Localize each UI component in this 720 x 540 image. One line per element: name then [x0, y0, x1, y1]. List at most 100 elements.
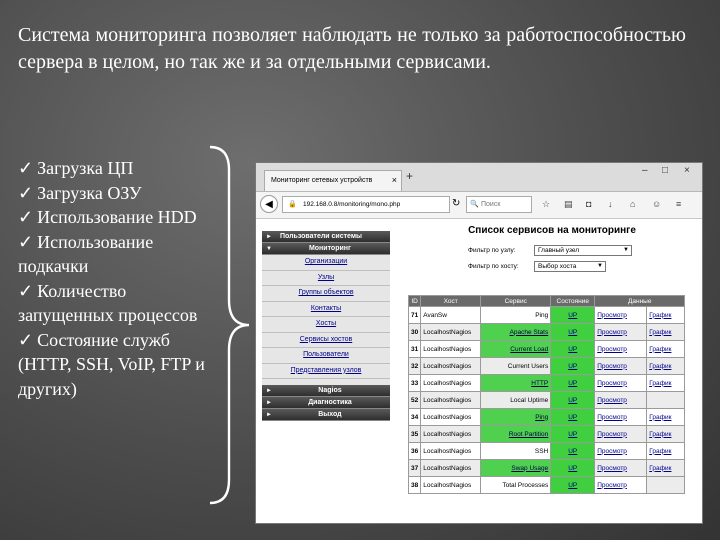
new-tab-button[interactable]: +: [406, 169, 413, 183]
cell-service[interactable]: Swap Usage: [480, 459, 552, 477]
sidebar-section-users[interactable]: ► Пользователи системы: [262, 231, 390, 243]
cell-id: 38: [407, 476, 422, 494]
table-row: 30 LocalhostNagios Apache Stats UP Просмотр Г…: [407, 323, 686, 341]
cell-state-link[interactable]: UP: [550, 476, 596, 494]
chat-icon[interactable]: ☺: [652, 199, 661, 209]
cell-service[interactable]: Apache Stats: [480, 323, 552, 341]
search-input[interactable]: 🔍 Поиск: [466, 196, 532, 213]
sidebar-item-node-views[interactable]: Представления узлов: [262, 363, 390, 379]
node-filter-select[interactable]: Главный узел ▼: [534, 245, 632, 256]
sidebar-section-monitoring[interactable]: ▼ Мониторинг: [262, 243, 390, 255]
cell-state-link[interactable]: UP: [550, 425, 596, 443]
close-window-icon[interactable]: ×: [684, 165, 690, 176]
graph-link[interactable]: График: [646, 374, 686, 392]
graph-link[interactable]: График: [646, 340, 686, 358]
cell-state-link[interactable]: UP: [550, 374, 596, 392]
sidebar-menu: ► Пользователи системы ▼ Мониторинг Органи…: [262, 231, 390, 421]
cell-service: Local Uptime: [480, 391, 552, 409]
view-link[interactable]: Просмотр: [594, 306, 648, 324]
cell-host: LocalhostNagios: [420, 357, 482, 375]
bullet-item: ✓ Использование HDD: [18, 207, 197, 227]
view-link[interactable]: Просмотр: [594, 476, 648, 494]
view-link[interactable]: Просмотр: [594, 323, 648, 341]
page-title: Список сервисов на мониторинге: [468, 225, 636, 236]
cell-id: 34: [407, 408, 422, 426]
checkmark-icon: ✓: [18, 231, 34, 252]
graph-link[interactable]: График: [646, 306, 686, 324]
download-icon[interactable]: ↓: [608, 199, 613, 209]
cell-id: 30: [407, 323, 422, 341]
bullet-list: ✓ Загрузка ЦП ✓ Загрузка ОЗУ ✓ Использовани…: [18, 156, 218, 401]
triangle-right-icon: ►: [266, 412, 272, 418]
graph-link[interactable]: График: [646, 442, 686, 460]
minimize-icon[interactable]: –: [642, 165, 648, 176]
sidebar-section-nagios[interactable]: ► Nagios: [262, 385, 390, 397]
cell-service[interactable]: Current Load: [480, 340, 552, 358]
host-filter: Фильтр по хосту: Выбор хоста ▼: [468, 261, 696, 274]
cell-id: 35: [407, 425, 422, 443]
reload-icon[interactable]: ↻: [452, 198, 460, 209]
cell-state-link[interactable]: UP: [550, 340, 596, 358]
cell-service[interactable]: Ping: [480, 408, 552, 426]
sidebar-item-host-services[interactable]: Сервисы хостов: [262, 332, 390, 348]
menu-icon[interactable]: ≡: [676, 199, 681, 209]
cell-id: 36: [407, 442, 422, 460]
sidebar-item-hosts[interactable]: Хосты: [262, 317, 390, 333]
bullet-item: ✓ Количество запущенных процессов: [18, 280, 198, 326]
close-tab-icon[interactable]: ×: [392, 171, 397, 190]
cell-state-link[interactable]: UP: [550, 306, 596, 324]
graph-link[interactable]: График: [646, 408, 686, 426]
maximize-icon[interactable]: □: [662, 165, 668, 176]
cell-id: 33: [407, 374, 422, 392]
browser-tab[interactable]: Мониторинг сетевых устройств ×: [264, 170, 402, 191]
view-link[interactable]: Просмотр: [594, 459, 648, 477]
cell-state-link[interactable]: UP: [550, 357, 596, 375]
checkmark-icon: ✓: [18, 280, 34, 301]
slide-title: Система мониторинга позволяет наблюдать …: [18, 24, 686, 73]
table-row: 35 LocalhostNagios Root Partition UP Просмот…: [407, 425, 686, 443]
chevron-down-icon: ▼: [623, 247, 629, 253]
sidebar-section-diagnostics[interactable]: ► Диагностика: [262, 397, 390, 409]
cell-state-link[interactable]: UP: [550, 391, 596, 409]
view-link[interactable]: Просмотр: [594, 408, 648, 426]
view-link[interactable]: Просмотр: [594, 340, 648, 358]
cell-service[interactable]: Root Partition: [480, 425, 552, 443]
cell-id: 31: [407, 340, 422, 358]
view-link[interactable]: Просмотр: [594, 357, 648, 375]
view-link[interactable]: Просмотр: [594, 391, 648, 409]
graph-link[interactable]: График: [646, 323, 686, 341]
sidebar-item-nodes[interactable]: Узлы: [262, 270, 390, 286]
cell-state-link[interactable]: UP: [550, 408, 596, 426]
view-link[interactable]: Просмотр: [594, 425, 648, 443]
bullet-item: ✓ Загрузка ОЗУ: [18, 182, 142, 203]
pocket-icon[interactable]: ◘: [586, 199, 591, 209]
graph-link[interactable]: График: [646, 357, 686, 375]
address-bar[interactable]: 🔒 192.168.0.8/monitoring/mono.php: [282, 196, 450, 213]
view-link[interactable]: Просмотр: [594, 442, 648, 460]
cell-state-link[interactable]: UP: [550, 459, 596, 477]
cell-service[interactable]: HTTP: [480, 374, 552, 392]
cell-host: LocalhostNagios: [420, 391, 482, 409]
sidebar-item-users[interactable]: Пользователи: [262, 348, 390, 364]
graph-link[interactable]: График: [646, 425, 686, 443]
host-filter-label: Фильтр по хосту:: [468, 263, 519, 270]
sidebar-item-contacts[interactable]: Контакты: [262, 301, 390, 317]
bookmark-icon[interactable]: ▤: [564, 199, 573, 210]
sidebar-section-logout[interactable]: ► Выход: [262, 409, 390, 421]
cell-state-link[interactable]: UP: [550, 323, 596, 341]
view-link[interactable]: Просмотр: [594, 374, 648, 392]
nav-bar: ◀ 🔒 192.168.0.8/monitoring/mono.php ↻ 🔍 …: [256, 192, 702, 219]
sidebar-item-organizations[interactable]: Организации: [262, 255, 390, 271]
triangle-right-icon: ►: [266, 234, 272, 240]
cell-state-link[interactable]: UP: [550, 442, 596, 460]
chevron-down-icon: ▼: [597, 263, 603, 269]
star-icon[interactable]: ☆: [542, 199, 550, 210]
cell-service: SSH: [480, 442, 552, 460]
graph-link[interactable]: График: [646, 459, 686, 477]
cell-service: Current Users: [480, 357, 552, 375]
page-info-icon[interactable]: 🔒: [288, 197, 297, 212]
back-button[interactable]: ◀: [260, 195, 278, 213]
sidebar-item-object-groups[interactable]: Группы объектов: [262, 286, 390, 302]
host-filter-select[interactable]: Выбор хоста ▼: [534, 261, 606, 272]
home-icon[interactable]: ⌂: [630, 199, 635, 209]
